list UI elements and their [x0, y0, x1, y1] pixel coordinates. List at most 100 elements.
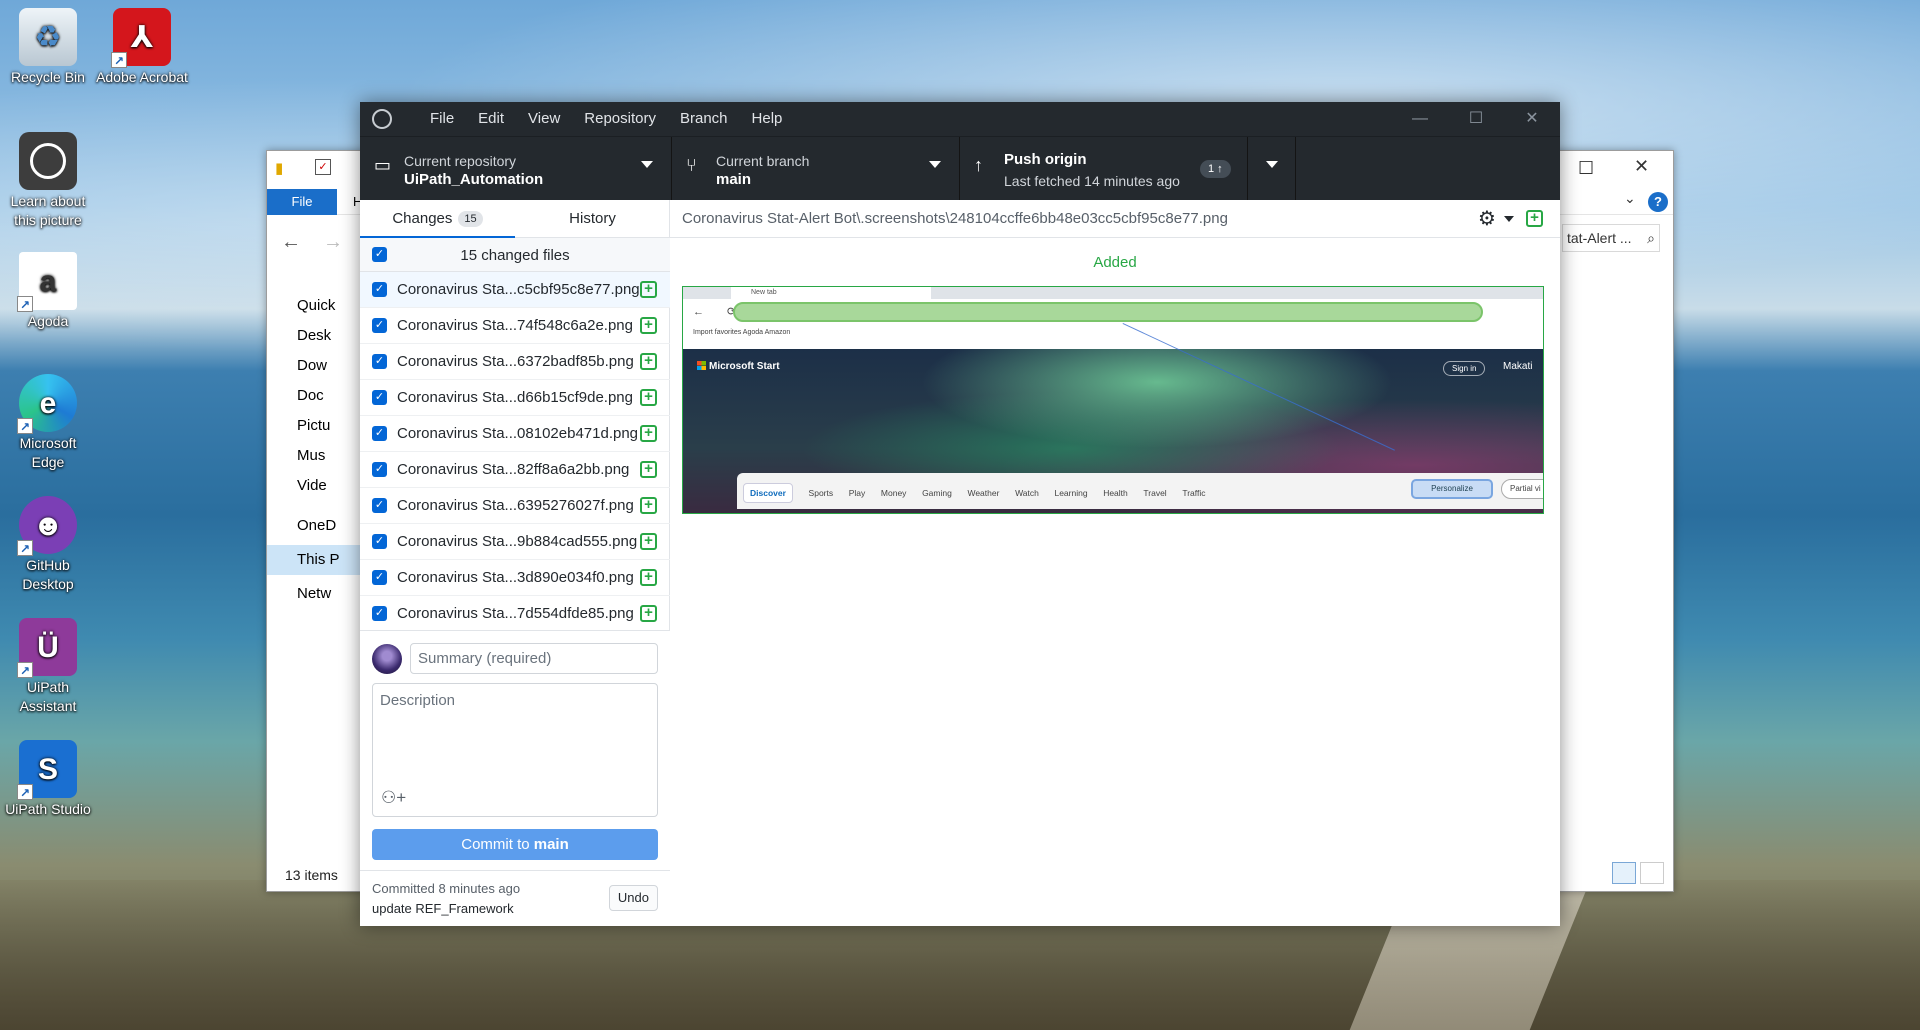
- added-file-icon: +: [640, 461, 657, 478]
- preview-partial: Partial vi: [1501, 479, 1543, 499]
- last-fetched: Last fetched 14 minutes ago: [1004, 173, 1180, 189]
- preview-personalize: Personalize: [1411, 479, 1493, 499]
- added-file-icon: +: [640, 533, 657, 550]
- last-commit-message: update REF_Framework: [372, 901, 514, 916]
- toolbar: ▭ Current repository UiPath_Automation ⑂…: [360, 136, 1560, 201]
- tiles-view-icon[interactable]: [1640, 862, 1664, 884]
- list-item[interactable]: ✓ Coronavirus Sta...08102eb471d.png +: [360, 416, 670, 452]
- help-icon[interactable]: ?: [1648, 192, 1668, 212]
- chevron-down-icon[interactable]: ⌄: [1624, 190, 1636, 207]
- preview-address-bar: [733, 302, 1483, 322]
- push-dropdown-button[interactable]: [1248, 137, 1296, 201]
- desktop-icon-uipath-studio[interactable]: S ↗ UiPath Studio: [2, 740, 94, 819]
- desktop-icon-label: Learn about this picture: [10, 193, 86, 228]
- preview-location: Makati: [1503, 361, 1533, 372]
- back-arrow-icon[interactable]: ←: [281, 231, 301, 254]
- list-item[interactable]: ✓ Coronavirus Sta...82ff8a6a2bb.png +: [360, 452, 670, 488]
- desktop-icon-adobe-acrobat[interactable]: ⅄ ↗ Adobe Acrobat: [96, 8, 188, 87]
- push-count-badge: 1 ↑: [1200, 160, 1231, 178]
- file-checkbox[interactable]: ✓: [372, 282, 387, 297]
- description-textarea[interactable]: Description ⚇+: [372, 683, 658, 817]
- properties-icon: ✓: [315, 159, 331, 175]
- repo-icon: ▭: [374, 155, 392, 175]
- close-icon[interactable]: ✕: [1634, 156, 1649, 177]
- desktop-icon-learn-about-picture[interactable]: Learn about this picture: [2, 132, 94, 230]
- branch-label: Current branch: [716, 153, 810, 169]
- menu-edit[interactable]: Edit: [466, 102, 516, 136]
- camera-icon: [19, 132, 77, 190]
- preview-signin: Sign in: [1443, 361, 1486, 376]
- list-item[interactable]: ✓ Coronavirus Sta...6395276027f.png +: [360, 488, 670, 524]
- file-checkbox[interactable]: ✓: [372, 606, 387, 621]
- branch-name: main: [716, 171, 752, 188]
- desktop-icon-github-desktop[interactable]: ☻ ↗ GitHub Desktop: [2, 496, 94, 594]
- file-checkbox[interactable]: ✓: [372, 354, 387, 369]
- current-repository-button[interactable]: ▭ Current repository UiPath_Automation: [360, 137, 672, 201]
- title-bar: File Edit View Repository Branch Help — …: [360, 102, 1560, 136]
- file-tab[interactable]: File: [267, 189, 337, 215]
- tab-changes[interactable]: Changes 15: [360, 200, 515, 238]
- github-logo-icon: [372, 109, 392, 129]
- github-desktop-window[interactable]: File Edit View Repository Branch Help — …: [360, 102, 1560, 926]
- maximize-icon[interactable]: ☐: [1448, 102, 1504, 136]
- list-item[interactable]: ✓ Coronavirus Sta...9b884cad555.png +: [360, 524, 670, 560]
- file-checkbox[interactable]: ✓: [372, 426, 387, 441]
- added-file-icon: +: [640, 281, 657, 298]
- list-item[interactable]: ✓ Coronavirus Sta...c5cbf95c8e77.png +: [360, 272, 670, 308]
- added-file-icon: +: [640, 497, 657, 514]
- desktop-icon-recycle-bin[interactable]: ♻ Recycle Bin: [2, 8, 94, 87]
- menu-branch[interactable]: Branch: [668, 102, 740, 136]
- last-commit-time: Committed 8 minutes ago: [372, 881, 521, 896]
- menu-file[interactable]: File: [418, 102, 466, 136]
- list-item[interactable]: ✓ Coronavirus Sta...7d554dfde85.png +: [360, 596, 670, 630]
- file-checkbox[interactable]: ✓: [372, 534, 387, 549]
- menu-view[interactable]: View: [516, 102, 572, 136]
- gear-icon[interactable]: ⚙: [1478, 206, 1496, 231]
- undo-button[interactable]: Undo: [608, 885, 658, 911]
- menu-help[interactable]: Help: [740, 102, 795, 136]
- desktop-icon-uipath-assistant[interactable]: Ü ↗ UiPath Assistant: [2, 618, 94, 716]
- status-bar-count: 13 items: [285, 867, 338, 883]
- caret-down-icon[interactable]: [1504, 216, 1514, 222]
- preview-bookmarks: Import favorites Agoda Amazon: [693, 329, 791, 336]
- desktop-icon-label: GitHub Desktop: [22, 557, 74, 592]
- added-file-icon: +: [640, 605, 657, 622]
- github-icon: ☻ ↗: [17, 496, 77, 556]
- commit-button[interactable]: Commit to main: [372, 829, 658, 860]
- forward-arrow-icon[interactable]: →: [323, 231, 343, 254]
- menu-repository[interactable]: Repository: [572, 102, 668, 136]
- summary-input[interactable]: Summary (required): [410, 643, 658, 674]
- desktop-icon-label: Microsoft Edge: [19, 435, 77, 470]
- push-origin-button[interactable]: ↑ Push origin Last fetched 14 minutes ag…: [960, 137, 1248, 201]
- diff-status: Added: [1093, 254, 1137, 271]
- changed-files-count: 15 changed files: [460, 247, 570, 264]
- file-checkbox[interactable]: ✓: [372, 498, 387, 513]
- desktop-icon-microsoft-edge[interactable]: e ↗ Microsoft Edge: [2, 374, 94, 472]
- add-coauthor-icon[interactable]: ⚇+: [381, 788, 406, 808]
- file-checkbox[interactable]: ✓: [372, 390, 387, 405]
- search-icon: ⌕: [1647, 230, 1655, 246]
- edge-icon: e ↗: [17, 374, 77, 434]
- close-icon[interactable]: ✕: [1504, 102, 1560, 136]
- minimize-icon[interactable]: —: [1392, 102, 1448, 136]
- file-checkbox[interactable]: ✓: [372, 318, 387, 333]
- arrow-up-icon: ↑: [974, 155, 983, 175]
- list-item[interactable]: ✓ Coronavirus Sta...3d890e034f0.png +: [360, 560, 670, 596]
- file-checkbox[interactable]: ✓: [372, 462, 387, 477]
- diff-panel: Coronavirus Stat-Alert Bot\.screenshots\…: [670, 200, 1560, 926]
- maximize-icon[interactable]: ☐: [1578, 158, 1594, 179]
- current-branch-button[interactable]: ⑂ Current branch main: [672, 137, 960, 201]
- view-toggle[interactable]: [1612, 862, 1664, 884]
- search-input[interactable]: tat-Alert ... ⌕: [1562, 224, 1660, 252]
- file-checkbox[interactable]: ✓: [372, 570, 387, 585]
- tab-history[interactable]: History: [515, 200, 670, 238]
- list-item[interactable]: ✓ Coronavirus Sta...d66b15cf9de.png +: [360, 380, 670, 416]
- caret-down-icon: [929, 161, 941, 168]
- added-file-icon: +: [640, 389, 657, 406]
- agoda-icon: a ↗: [17, 252, 77, 312]
- desktop-icon-agoda[interactable]: a ↗ Agoda: [2, 252, 94, 331]
- desktop-icon-label: Adobe Acrobat: [96, 69, 188, 85]
- details-view-icon[interactable]: [1612, 862, 1636, 884]
- list-item[interactable]: ✓ Coronavirus Sta...6372badf85b.png +: [360, 344, 670, 380]
- list-item[interactable]: ✓ Coronavirus Sta...74f548c6a2e.png +: [360, 308, 670, 344]
